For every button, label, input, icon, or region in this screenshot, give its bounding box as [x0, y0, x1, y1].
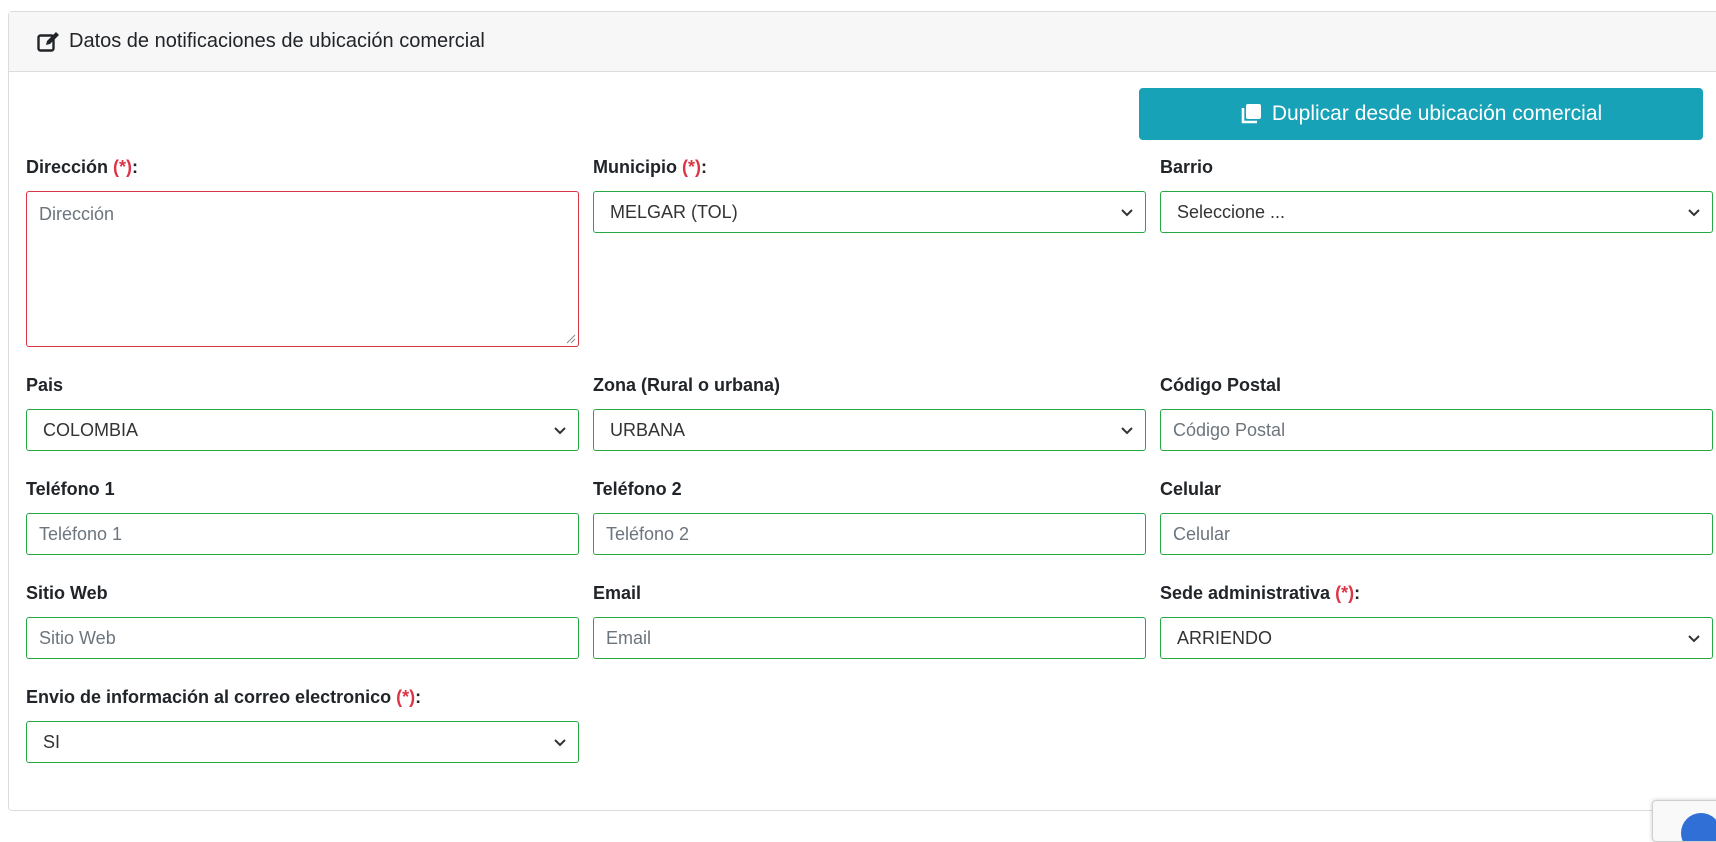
codigo-postal-label: Código Postal: [1160, 375, 1281, 395]
telefono1-input[interactable]: Teléfono 1: [26, 513, 579, 555]
codigo-postal-placeholder: Código Postal: [1173, 419, 1286, 440]
chevron-down-icon: [554, 427, 566, 435]
sitio-web-input[interactable]: Sitio Web: [26, 617, 579, 659]
barrio-selected-value: Seleccione ...: [1177, 201, 1286, 222]
copy-icon: [1240, 103, 1262, 125]
codigo-postal-input[interactable]: Código Postal: [1160, 409, 1713, 451]
card-header: Datos de notificaciones de ubicación com…: [9, 12, 1716, 72]
chevron-down-icon: [1121, 427, 1133, 435]
envio-correo-label: Envio de información al correo electroni…: [26, 687, 422, 707]
municipio-select[interactable]: MELGAR (TOL): [593, 191, 1146, 233]
recaptcha-icon: [1681, 813, 1716, 841]
municipio-label: Municipio (*):: [593, 157, 708, 177]
chevron-down-icon: [554, 739, 566, 747]
zona-select[interactable]: URBANA: [593, 409, 1146, 451]
pais-label: Pais: [26, 375, 64, 395]
chevron-down-icon: [1688, 209, 1700, 217]
email-placeholder: Email: [606, 627, 652, 648]
zona-label: Zona (Rural o urbana): [593, 375, 781, 395]
direccion-label: Dirección (*):: [26, 157, 139, 177]
telefono1-label: Teléfono 1: [26, 479, 115, 499]
duplicate-button-label: Duplicar desde ubicación comercial: [1271, 102, 1603, 125]
envio-correo-select[interactable]: SI: [26, 721, 579, 763]
required-mark: (*): [396, 687, 416, 707]
required-mark: (*): [682, 157, 702, 177]
edit-icon: [37, 31, 61, 53]
sitio-web-label: Sitio Web: [26, 583, 108, 603]
envio-correo-selected-value: SI: [43, 731, 61, 752]
celular-placeholder: Celular: [1173, 523, 1231, 544]
sede-label: Sede administrativa (*):: [1160, 583, 1361, 603]
resize-grip-icon[interactable]: [564, 332, 576, 344]
telefono2-input[interactable]: Teléfono 2: [593, 513, 1146, 555]
municipio-selected-value: MELGAR (TOL): [610, 201, 738, 222]
direccion-placeholder: Dirección: [39, 204, 115, 224]
sede-selected-value: ARRIENDO: [1177, 627, 1273, 648]
required-mark: (*): [1335, 583, 1355, 603]
duplicate-from-commercial-location-button[interactable]: Duplicar desde ubicación comercial: [1139, 88, 1703, 140]
celular-input[interactable]: Celular: [1160, 513, 1713, 555]
telefono1-placeholder: Teléfono 1: [39, 523, 123, 544]
telefono2-label: Teléfono 2: [593, 479, 682, 499]
sitio-web-placeholder: Sitio Web: [39, 627, 116, 648]
email-input[interactable]: Email: [593, 617, 1146, 659]
celular-label: Celular: [1160, 479, 1222, 499]
sede-select[interactable]: ARRIENDO: [1160, 617, 1713, 659]
zona-selected-value: URBANA: [610, 419, 686, 440]
card-title: Datos de notificaciones de ubicación com…: [37, 30, 485, 53]
chevron-down-icon: [1688, 635, 1700, 643]
barrio-select[interactable]: Seleccione ...: [1160, 191, 1713, 233]
barrio-label: Barrio: [1160, 157, 1214, 177]
chevron-down-icon: [1121, 209, 1133, 217]
email-label: Email: [593, 583, 642, 603]
pais-select[interactable]: COLOMBIA: [26, 409, 579, 451]
recaptcha-badge[interactable]: [1652, 800, 1716, 842]
card-title-text: Datos de notificaciones de ubicación com…: [69, 30, 485, 52]
direccion-textarea[interactable]: Dirección: [26, 191, 579, 347]
required-mark: (*): [113, 157, 133, 177]
pais-selected-value: COLOMBIA: [43, 419, 139, 440]
telefono2-placeholder: Teléfono 2: [606, 523, 690, 544]
